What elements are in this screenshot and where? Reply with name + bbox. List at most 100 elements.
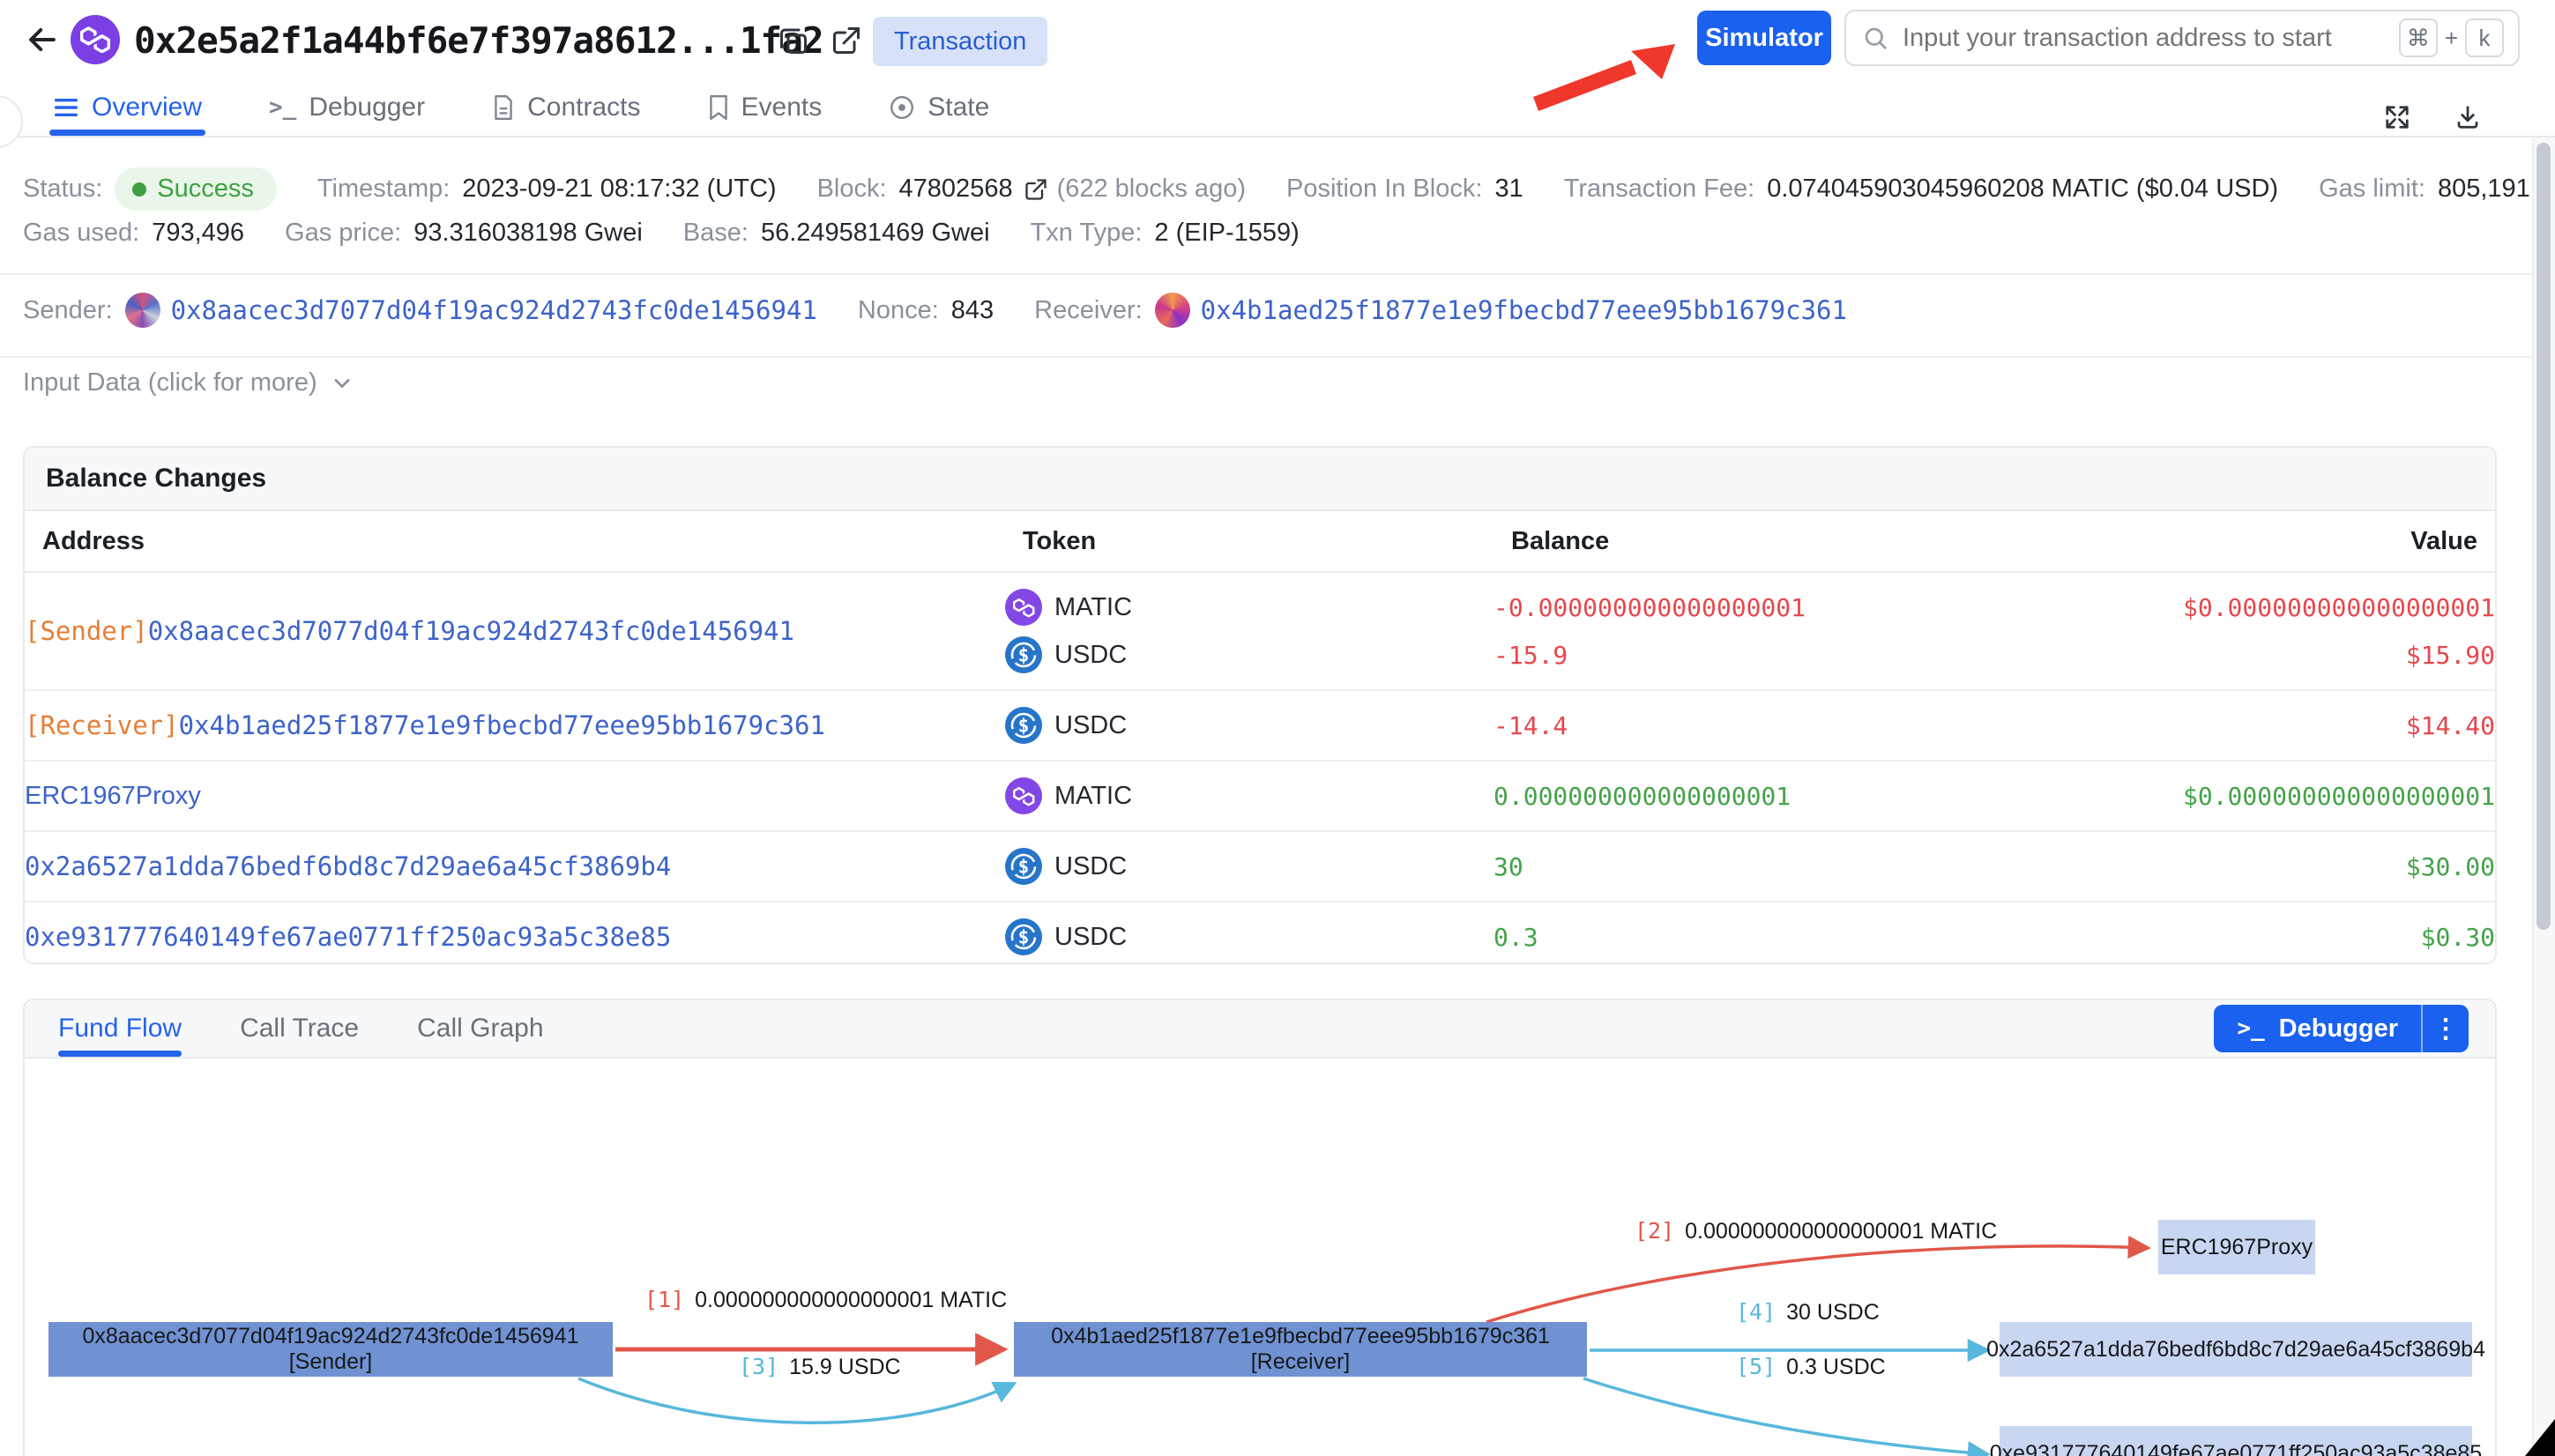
back-arrow-icon[interactable] xyxy=(23,20,62,59)
tab-contracts[interactable]: Contracts xyxy=(492,79,640,136)
download-icon[interactable] xyxy=(2454,104,2481,130)
fund-flow-graph: [1] 0.000000000000000001 MATIC [2] 0.000000… xyxy=(23,1056,2497,1456)
table-row: [Receiver]0x4b1aed25f1877e1e9fbecbd77eee… xyxy=(25,691,2495,761)
svg-text:$: $ xyxy=(1018,645,1030,666)
search-bar[interactable]: ⌘ + k xyxy=(1844,10,2520,66)
edge-index: [1] xyxy=(644,1287,684,1312)
row-address-cell: 0x2a6527a1dda76bedf6bd8c7d29ae6a45cf3869… xyxy=(25,851,1005,881)
tab-overview[interactable]: Overview xyxy=(53,79,202,136)
tab-events-label: Events xyxy=(741,93,823,123)
edge-amount: 0.000000000000000001 MATIC xyxy=(1685,1219,1997,1244)
tab-call-graph[interactable]: Call Graph xyxy=(417,1000,543,1057)
external-link-icon[interactable] xyxy=(831,25,862,56)
row-token-cell: $ USDC xyxy=(1005,913,1494,961)
debugger-split-button[interactable]: >_ Debugger ⋮ xyxy=(2214,1005,2469,1052)
token-entry: $ USDC xyxy=(1005,702,1494,749)
row-balance-cell: 0.000000000000000001 xyxy=(1494,772,1987,820)
svg-text:$: $ xyxy=(1018,927,1030,948)
receiver-node[interactable]: 0x4b1aed25f1877e1e9fbecbd77eee95bb1679c3… xyxy=(1014,1322,1587,1377)
polygon-chain-icon xyxy=(71,15,120,64)
cmd-keycap: ⌘ xyxy=(2399,19,2438,57)
row-value-cell: $30.00 xyxy=(1987,843,2495,890)
row-token-cell: MATIC xyxy=(1005,772,1494,820)
block-external-link-icon[interactable] xyxy=(1024,177,1048,202)
tab-state[interactable]: State xyxy=(889,79,989,136)
balance-amount: 30 xyxy=(1494,843,1987,890)
edge-amount: 0.000000000000000001 MATIC xyxy=(695,1288,1007,1312)
gas-limit-field: Gas limit:805,191 xyxy=(2319,175,2530,204)
scrollbar-thumb[interactable] xyxy=(2536,143,2551,930)
address-link[interactable]: ERC1967Proxy xyxy=(25,782,201,811)
proxy-node[interactable]: ERC1967Proxy xyxy=(2158,1220,2315,1274)
fund-flow-edge-5 xyxy=(1583,1378,1987,1454)
edge-index: [3] xyxy=(739,1354,778,1379)
status-dot-icon xyxy=(132,182,146,197)
usd-value: $14.40 xyxy=(1987,702,2495,749)
tab-events[interactable]: Events xyxy=(708,79,823,136)
col-value: Value xyxy=(2005,527,2477,556)
tx-meta-row-2: Gas used:793,496 Gas price:93.316038198 … xyxy=(23,219,1340,248)
usdc-token-icon: $ xyxy=(1005,848,1042,885)
token-entry: $USDC xyxy=(1005,631,1494,679)
status-field: Status: Success xyxy=(23,167,277,211)
token-name: USDC xyxy=(1054,923,1127,952)
position-field: Position In Block:31 xyxy=(1286,175,1523,204)
tab-debugger[interactable]: >_ Debugger xyxy=(269,79,425,136)
tab-call-trace[interactable]: Call Trace xyxy=(240,1000,359,1057)
address-role-tag: [Receiver] xyxy=(25,710,179,740)
search-input[interactable] xyxy=(1903,24,2399,53)
graph-toolbar xyxy=(2384,104,2481,130)
matic-token-icon xyxy=(1005,589,1042,626)
receiver-address-link[interactable]: 0x4b1aed25f1877e1e9fbecbd77eee95bb1679c3… xyxy=(1201,295,1847,325)
tab-fund-flow[interactable]: Fund Flow xyxy=(58,1000,182,1057)
copy-icon[interactable] xyxy=(778,25,809,56)
fund-flow-tab-bar: Fund Flow Call Trace Call Graph >_ Debug… xyxy=(25,1000,2495,1059)
tab-contracts-label: Contracts xyxy=(527,93,640,123)
address-link[interactable]: 0x4b1aed25f1877e1e9fbecbd77eee95bb1679c3… xyxy=(179,710,825,740)
addr-e931-node[interactable]: 0xe931777640149fe67ae0771ff250ac93a5c38e… xyxy=(2000,1426,2472,1456)
edge-index: [2] xyxy=(1635,1218,1674,1244)
row-address-cell: 0xe931777640149fe67ae0771ff250ac93a5c38e… xyxy=(25,922,1005,952)
usdc-token-icon: $ xyxy=(1005,636,1042,673)
usdc-token-icon: $ xyxy=(1005,707,1042,744)
address-link[interactable]: 0x2a6527a1dda76bedf6bd8c7d29ae6a45cf3869… xyxy=(25,851,671,881)
matic-token-icon xyxy=(1005,777,1042,814)
edge-index: [5] xyxy=(1736,1354,1776,1379)
terminal-icon: >_ xyxy=(269,94,296,121)
status-badge: Success xyxy=(115,167,277,211)
token-name: MATIC xyxy=(1054,782,1132,811)
address-link[interactable]: 0xe931777640149fe67ae0771ff250ac93a5c38e… xyxy=(25,922,671,952)
simulator-button[interactable]: Simulator xyxy=(1697,11,1831,65)
row-value-cell: $14.40 xyxy=(1987,702,2495,749)
nonce-field: Nonce:843 xyxy=(858,296,994,325)
kebab-menu-icon[interactable]: ⋮ xyxy=(2423,1014,2469,1044)
block-field: Block:47802568 (622 blocks ago) xyxy=(817,175,1246,204)
fullscreen-icon[interactable] xyxy=(2384,104,2410,130)
receiver-field: Receiver: 0x4b1aed25f1877e1e9fbecbd77eee… xyxy=(1034,293,1847,328)
main-tab-bar: Overview >_ Debugger Contracts Events St… xyxy=(0,79,2555,137)
token-name: MATIC xyxy=(1054,593,1132,622)
balance-amount: -15.9 xyxy=(1494,631,1987,679)
sender-avatar xyxy=(125,293,160,328)
tx-meta-row-1: Status: Success Timestamp:2023-09-21 08:… xyxy=(23,167,2555,211)
balance-amount: -14.4 xyxy=(1494,702,1987,749)
edge-label-4: [4]30 USDC xyxy=(1736,1299,1880,1326)
document-icon xyxy=(492,94,515,121)
addr-2a65-node[interactable]: 0x2a6527a1dda76bedf6bd8c7d29ae6a45cf3869… xyxy=(2000,1322,2472,1377)
input-data-toggle[interactable]: Input Data (click for more) xyxy=(23,368,354,397)
bookmark-icon xyxy=(708,94,729,121)
token-name: USDC xyxy=(1054,711,1127,740)
sender-node[interactable]: 0x8aacec3d7077d04f19ac924d2743fc0de14569… xyxy=(48,1322,613,1377)
txn-type-field: Txn Type:2 (EIP-1559) xyxy=(1031,219,1300,248)
sender-address-link[interactable]: 0x8aacec3d7077d04f19ac924d2743fc0de14569… xyxy=(171,295,817,325)
address-link[interactable]: 0x8aacec3d7077d04f19ac924d2743fc0de14569… xyxy=(148,616,794,646)
edge-amount: 15.9 USDC xyxy=(789,1355,900,1379)
divider xyxy=(0,356,2555,358)
edge-label-2: [2] 0.000000000000000001 MATIC xyxy=(1635,1218,1997,1244)
balance-changes-title: Balance Changes xyxy=(25,448,2495,511)
usd-value: $30.00 xyxy=(1987,843,2495,890)
base-fee-field: Base:56.249581469 Gwei xyxy=(683,219,990,248)
balance-amount: 0.000000000000000001 xyxy=(1494,772,1987,820)
table-row: ERC1967ProxyMATIC0.000000000000000001$0.… xyxy=(25,761,2495,832)
search-icon xyxy=(1862,25,1888,51)
